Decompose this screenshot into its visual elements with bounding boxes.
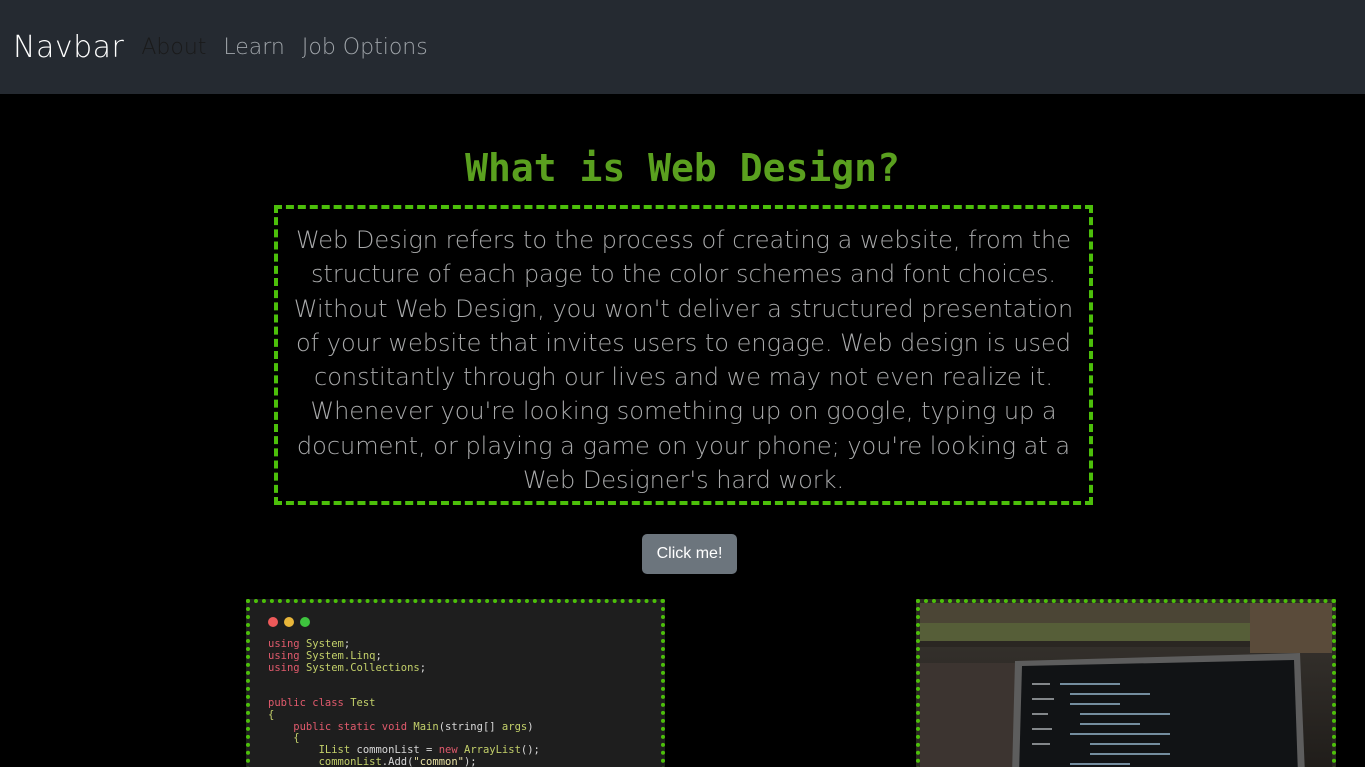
code-block: using System; using System.Linq; using Sys…: [268, 638, 540, 767]
page-title: What is Web Design?: [465, 146, 900, 190]
navbar: Navbar About Learn Job Options: [0, 0, 1365, 94]
nav-links: About Learn Job Options: [141, 35, 444, 60]
nav-link-job-options[interactable]: Job Options: [302, 35, 428, 60]
navbar-brand[interactable]: Navbar: [13, 30, 124, 65]
laptop-photo-image: [916, 599, 1336, 767]
window-close-dot: [268, 617, 278, 627]
description-text: Web Design refers to the process of crea…: [293, 226, 1074, 495]
laptop-photo: [920, 603, 1332, 767]
nav-link-about[interactable]: About: [141, 35, 206, 60]
code-line: public static void Main(string[] args): [268, 720, 534, 733]
click-me-button[interactable]: Click me!: [642, 534, 737, 574]
code-window: using System; using System.Linq; using Sys…: [254, 607, 657, 767]
nav-link-learn[interactable]: Learn: [223, 35, 285, 60]
description-box: Web Design refers to the process of crea…: [274, 205, 1093, 505]
window-minimize-dot: [284, 617, 294, 627]
code-line: public class Test: [268, 696, 376, 709]
code-screenshot-image: using System; using System.Linq; using Sys…: [246, 599, 665, 767]
code-line: commonList.Add("common");: [318, 755, 477, 767]
code-line: using System.Collections;: [268, 661, 427, 674]
window-maximize-dot: [300, 617, 310, 627]
